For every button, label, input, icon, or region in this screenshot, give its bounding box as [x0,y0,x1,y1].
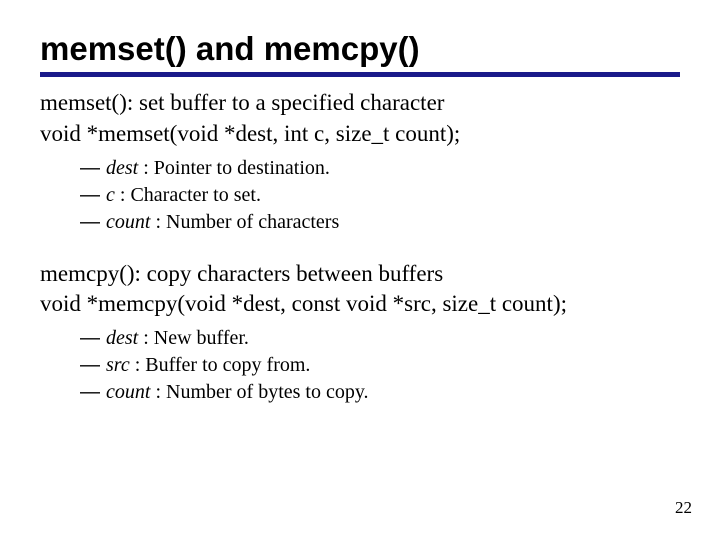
param-name: c [106,182,120,209]
param-name: count [106,209,155,236]
dash-icon: — [80,325,106,352]
param-name: count [106,379,155,406]
title-underline [40,72,680,77]
param-desc: : Number of bytes to copy. [155,379,368,406]
dash-icon: — [80,182,106,209]
dash-icon: — [80,155,106,182]
dash-icon: — [80,379,106,406]
param-row: — src : Buffer to copy from. [80,352,680,379]
param-desc: : Number of characters [155,209,339,236]
memcpy-section: memcpy(): copy characters between buffer… [40,260,680,407]
memcpy-signature: void *memcpy(void *dest, const void *src… [40,290,680,319]
memcpy-description: memcpy(): copy characters between buffer… [40,260,680,289]
param-desc: : Pointer to destination. [143,155,330,182]
param-name: src [106,352,135,379]
param-row: — count : Number of bytes to copy. [80,379,680,406]
param-desc: : Buffer to copy from. [135,352,311,379]
dash-icon: — [80,352,106,379]
param-row: — count : Number of characters [80,209,680,236]
memcpy-params: — dest : New buffer. — src : Buffer to c… [40,325,680,406]
memset-signature: void *memset(void *dest, int c, size_t c… [40,120,680,149]
param-row: — c : Character to set. [80,182,680,209]
page-number: 22 [675,498,692,518]
param-name: dest [106,325,143,352]
param-desc: : Character to set. [120,182,261,209]
memset-section: memset(): set buffer to a specified char… [40,89,680,236]
param-desc: : New buffer. [143,325,249,352]
memset-description: memset(): set buffer to a specified char… [40,89,680,118]
param-row: — dest : New buffer. [80,325,680,352]
param-name: dest [106,155,143,182]
dash-icon: — [80,209,106,236]
slide: memset() and memcpy() memset(): set buff… [0,0,720,540]
slide-title: memset() and memcpy() [40,30,680,68]
param-row: — dest : Pointer to destination. [80,155,680,182]
memset-params: — dest : Pointer to destination. — c : C… [40,155,680,236]
